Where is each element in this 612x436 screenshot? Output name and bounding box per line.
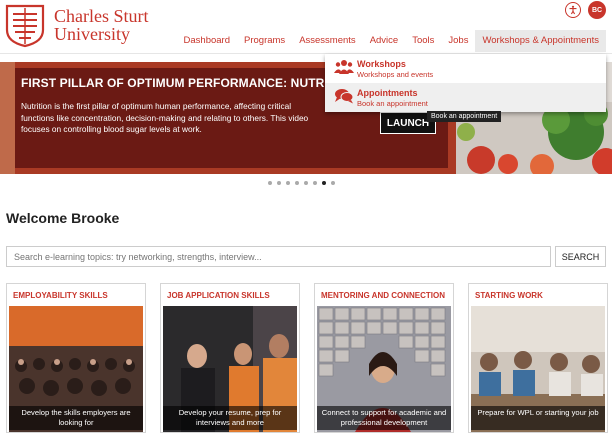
nav-dashboard[interactable]: Dashboard <box>177 30 237 52</box>
welcome-heading: Welcome Brooke <box>6 210 120 226</box>
carousel-dot[interactable] <box>313 181 317 185</box>
search-button[interactable]: SEARCH <box>555 246 606 267</box>
card-starting-work[interactable]: STARTING WORK Prepare for WPL or startin… <box>468 283 608 433</box>
page: Charles Sturt University BC Dashboard Pr… <box>0 0 612 436</box>
dropdown-item-workshops[interactable]: Workshops Workshops and events <box>325 54 606 83</box>
site-header: Charles Sturt University BC Dashboard Pr… <box>0 0 612 54</box>
card-title: EMPLOYABILITY SKILLS <box>13 291 108 300</box>
carousel-dot[interactable] <box>322 181 326 185</box>
carousel-dot[interactable] <box>331 181 335 185</box>
hero-left-strip <box>0 62 15 174</box>
search-input[interactable] <box>6 246 551 267</box>
utility-icons: BC <box>565 1 606 19</box>
user-avatar[interactable]: BC <box>588 1 606 19</box>
chat-icon <box>335 89 354 104</box>
brand-name[interactable]: Charles Sturt University <box>54 7 149 43</box>
nav-jobs[interactable]: Jobs <box>441 30 475 52</box>
card-mentoring-and-connection[interactable]: MENTORING AND CONNECTION Connect to supp… <box>314 283 454 433</box>
dropdown-appointments-subtitle: Book an appointment <box>357 99 428 108</box>
main-nav: Dashboard Programs Assessments Advice To… <box>177 30 606 52</box>
nav-advice[interactable]: Advice <box>363 30 406 52</box>
dropdown-appointments-title: Appointments <box>357 88 418 98</box>
carousel-dot[interactable] <box>268 181 272 185</box>
carousel-dot[interactable] <box>295 181 299 185</box>
card-caption: Develop the skills employers are looking… <box>9 406 143 430</box>
appointments-tooltip: Book an appointment <box>427 111 502 122</box>
card-title: JOB APPLICATION SKILLS <box>167 291 270 300</box>
nav-workshops-appointments[interactable]: Workshops & Appointments <box>475 30 606 52</box>
dropdown-workshops-title: Workshops <box>357 59 406 69</box>
dropdown-item-appointments[interactable]: Appointments Book an appointment <box>325 83 606 112</box>
carousel-dot[interactable] <box>304 181 308 185</box>
accessibility-icon[interactable] <box>565 2 581 18</box>
nav-programs[interactable]: Programs <box>237 30 292 52</box>
dropdown-workshops-subtitle: Workshops and events <box>357 70 434 79</box>
csu-logo-icon[interactable] <box>5 4 45 48</box>
card-employability-skills[interactable]: EMPLOYABILITY SKILLS Develop the skills … <box>6 283 146 433</box>
group-icon <box>334 60 354 74</box>
brand-line-1: Charles Sturt <box>54 6 149 26</box>
card-title: STARTING WORK <box>475 291 543 300</box>
nav-tools[interactable]: Tools <box>405 30 441 52</box>
card-caption: Prepare for WPL or starting your job <box>471 406 605 430</box>
card-job-application-skills[interactable]: JOB APPLICATION SKILLS Develop your resu… <box>160 283 300 433</box>
carousel-dot[interactable] <box>286 181 290 185</box>
carousel-dot[interactable] <box>277 181 281 185</box>
hero-title: FIRST PILLAR OF OPTIMUM PERFORMANCE: NUT… <box>21 76 357 90</box>
card-title: MENTORING AND CONNECTION <box>321 291 445 300</box>
hero-description: Nutrition is the first pillar of optimum… <box>21 101 309 134</box>
nav-assessments[interactable]: Assessments <box>292 30 363 52</box>
card-caption: Develop your resume, prep for interviews… <box>163 406 297 430</box>
workshops-dropdown-menu: Workshops Workshops and events Appointme… <box>325 54 606 112</box>
brand-line-2: University <box>54 24 130 44</box>
card-caption: Connect to support for academic and prof… <box>317 406 451 430</box>
carousel-dots <box>268 181 335 185</box>
